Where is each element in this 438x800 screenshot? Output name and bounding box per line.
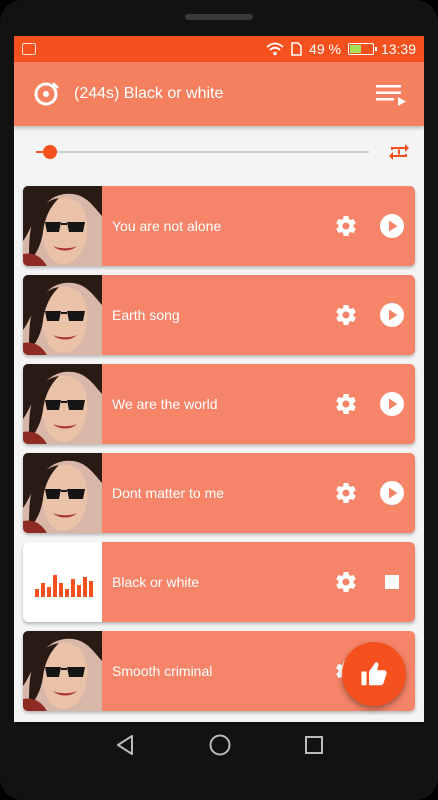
phone-frame: 49 % 13:39 (244s) Black or white You are… — [0, 0, 438, 800]
seek-bar-row — [14, 134, 424, 170]
song-title: Black or white — [112, 574, 200, 590]
song-actions — [333, 569, 415, 595]
song-actions — [333, 302, 415, 328]
song-list: You are not alone Earth song We are the wo… — [23, 186, 415, 720]
notification-icon — [22, 43, 36, 55]
song-title: You are not alone — [112, 218, 222, 234]
app-bar: (244s) Black or white — [14, 62, 424, 126]
song-card[interactable]: You are not alone — [23, 186, 415, 266]
song-actions — [333, 213, 415, 239]
gear-icon[interactable] — [333, 480, 359, 506]
play-icon[interactable] — [379, 302, 405, 328]
status-bar: 49 % 13:39 — [14, 36, 424, 62]
album-art — [23, 275, 102, 355]
song-card[interactable]: Earth song — [23, 275, 415, 355]
playlist-play-icon[interactable] — [374, 80, 408, 108]
gear-icon[interactable] — [333, 569, 359, 595]
gear-icon[interactable] — [333, 213, 359, 239]
seek-track[interactable] — [36, 151, 369, 153]
song-title: Dont matter to me — [112, 485, 225, 501]
song-title: Earth song — [112, 307, 180, 323]
play-icon[interactable] — [379, 213, 405, 239]
album-art — [23, 186, 102, 266]
home-icon[interactable] — [208, 733, 232, 757]
wifi-icon — [266, 42, 284, 56]
album-art — [23, 631, 102, 711]
song-card[interactable]: Dont matter to me — [23, 453, 415, 533]
back-icon[interactable] — [114, 734, 136, 756]
thumbs-up-icon — [361, 662, 387, 686]
sim-icon — [291, 42, 302, 56]
music-disc-icon[interactable] — [30, 78, 62, 110]
battery-percent: 49 % — [309, 41, 341, 57]
clock: 13:39 — [380, 41, 416, 57]
earpiece-speaker — [185, 14, 253, 20]
album-art — [23, 453, 102, 533]
song-title: Smooth criminal — [112, 663, 213, 679]
stop-icon[interactable] — [379, 569, 405, 595]
song-actions — [333, 391, 415, 417]
system-nav-bar — [0, 722, 438, 768]
play-icon[interactable] — [379, 391, 405, 417]
repeat-one-icon[interactable] — [386, 138, 412, 166]
like-button[interactable] — [342, 642, 406, 706]
album-art — [23, 364, 102, 444]
app-screen: 49 % 13:39 (244s) Black or white You are… — [14, 36, 424, 722]
song-title: We are the world — [112, 396, 218, 412]
battery-icon — [347, 43, 377, 55]
recents-icon[interactable] — [304, 735, 324, 755]
song-actions — [333, 480, 415, 506]
song-card[interactable]: Black or white — [23, 542, 415, 622]
gear-icon[interactable] — [333, 302, 359, 328]
gear-icon[interactable] — [333, 391, 359, 417]
song-card[interactable]: We are the world — [23, 364, 415, 444]
now-playing-title: (244s) Black or white — [74, 85, 224, 102]
seek-thumb[interactable] — [42, 145, 57, 159]
equalizer-icon — [23, 542, 102, 622]
play-icon[interactable] — [379, 480, 405, 506]
